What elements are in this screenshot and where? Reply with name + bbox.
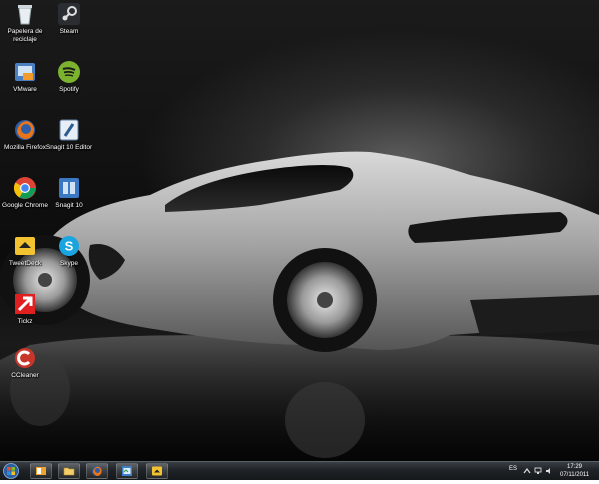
start-button[interactable] [2, 463, 20, 479]
icon-label: Snagit 10 Editor [45, 144, 93, 151]
desktop-icon-tweetdeck[interactable]: TweetDeck [0, 234, 50, 268]
taskbar-outlook[interactable] [30, 463, 52, 479]
outlook-icon [36, 467, 46, 475]
tweetdeck-icon [152, 466, 162, 476]
svg-text:S: S [65, 239, 74, 254]
snagit-icon [59, 178, 79, 198]
tickz-icon [15, 294, 35, 314]
icon-label: Mozilla Firefox [4, 144, 46, 151]
chrome-icon [13, 177, 36, 199]
recycle-bin-icon [18, 5, 32, 25]
icon-label: Papelera de reciclaje [7, 28, 43, 43]
icon-label: CCleaner [11, 372, 39, 379]
taskbar-explorer[interactable] [58, 463, 80, 479]
taskbar-firefox[interactable] [86, 463, 108, 479]
vmware-icon [15, 63, 35, 81]
windows-logo-icon [3, 463, 19, 479]
tweetdeck-icon [15, 237, 35, 255]
desktop-icon-chrome[interactable]: Google Chrome [0, 176, 50, 210]
icon-label: TweetDeck [8, 260, 42, 267]
network-icon[interactable] [534, 467, 542, 475]
icon-label: Spotify [59, 86, 79, 93]
icon-label: Tickz [17, 318, 33, 325]
taskbar-shell[interactable] [116, 463, 138, 479]
desktop-icon-skype[interactable]: S Skype [44, 234, 94, 268]
desktop-icon-tickz[interactable]: Tickz [0, 292, 50, 326]
skype-icon: S [59, 236, 79, 256]
explorer-folder-icon [63, 467, 75, 476]
ccleaner-icon [15, 348, 35, 368]
icon-label: VMware [13, 86, 37, 93]
desktop-icon-ccleaner[interactable]: CCleaner [0, 346, 50, 380]
desktop-icon-firefox[interactable]: Mozilla Firefox [0, 118, 50, 152]
taskbar-tweetdeck[interactable] [146, 463, 168, 479]
show-hidden-icons-icon[interactable] [523, 467, 531, 475]
taskbar: ES 17:29 07/11/2011 [0, 461, 599, 480]
icon-label: Skype [59, 260, 79, 267]
desktop-icon-steam[interactable]: Steam [44, 2, 94, 36]
clock-time[interactable]: 17:29 [567, 464, 582, 471]
firefox-icon [15, 120, 35, 140]
desktop: Papelera de reciclaje Steam VMware Spoti… [0, 0, 599, 461]
firefox-icon [92, 466, 102, 476]
language-indicator[interactable]: ES [509, 466, 517, 473]
desktop-icon-vmware[interactable]: VMware [0, 60, 50, 94]
steam-icon [58, 3, 80, 25]
snagit-editor-icon [59, 119, 79, 141]
volume-icon[interactable] [545, 467, 553, 475]
clock-date[interactable]: 07/11/2011 [560, 472, 589, 479]
icon-label: Snagit 10 [55, 202, 83, 209]
desktop-icon-snagit[interactable]: Snagit 10 [44, 176, 94, 210]
icon-label: Steam [59, 28, 79, 35]
desktop-icon-snagit-editor[interactable]: Snagit 10 Editor [44, 118, 94, 152]
spotify-icon [58, 61, 80, 83]
desktop-icon-recycle-bin[interactable]: Papelera de reciclaje [0, 2, 50, 44]
shell-icon [122, 466, 132, 476]
icon-label: Google Chrome [2, 202, 48, 209]
desktop-icon-spotify[interactable]: Spotify [44, 60, 94, 94]
